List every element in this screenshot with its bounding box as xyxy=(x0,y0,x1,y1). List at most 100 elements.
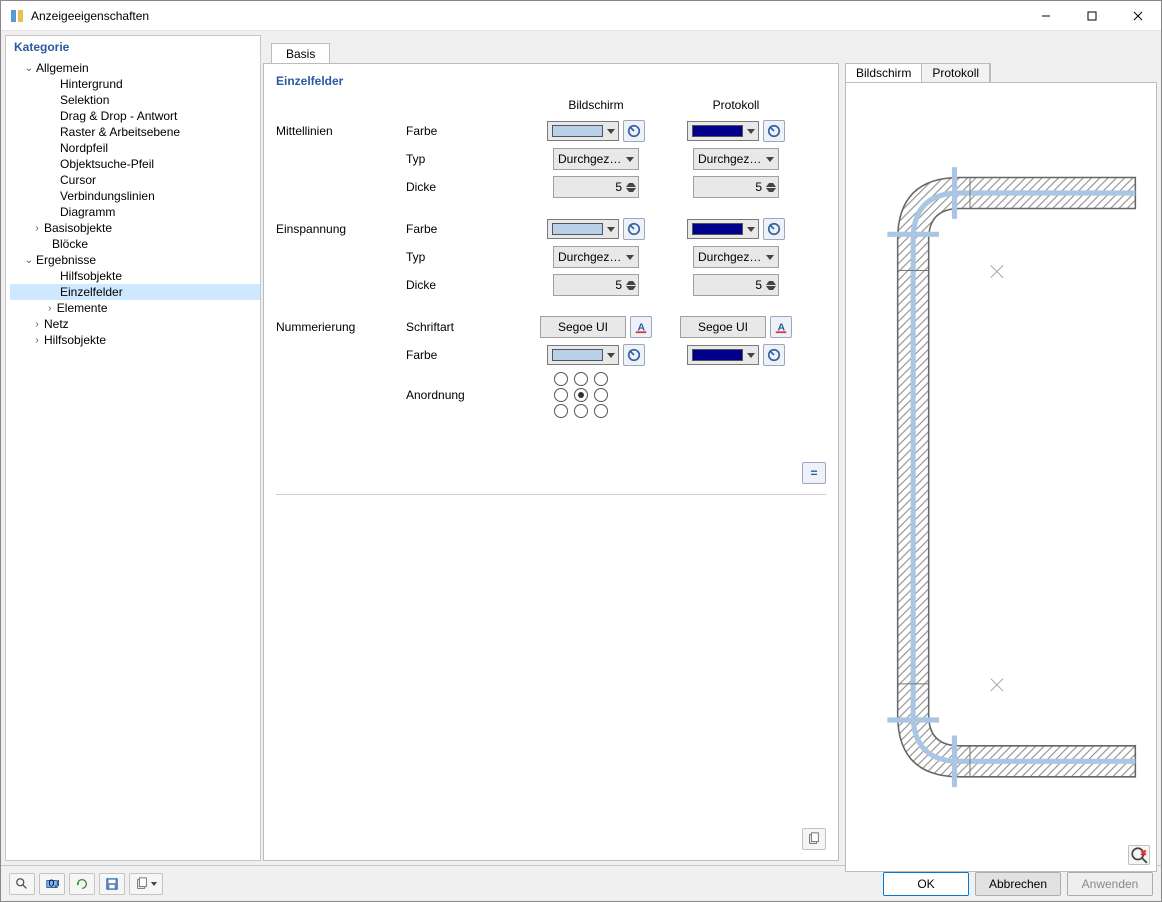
tree-item-label: Diagramm xyxy=(60,205,115,219)
spin-up-icon[interactable] xyxy=(766,277,776,285)
tree-item-hintergrund[interactable]: Hintergrund xyxy=(10,76,260,92)
tree-item-basisobjekte[interactable]: ›Basisobjekte xyxy=(10,220,260,236)
tree-item-bl-cke[interactable]: Blöcke xyxy=(10,236,260,252)
ml-color-screen-picker[interactable] xyxy=(623,120,645,142)
radio-mr[interactable] xyxy=(594,388,608,402)
ml-dicke-protocol[interactable]: 5 xyxy=(693,176,779,198)
ml-color-protocol-picker[interactable] xyxy=(763,120,785,142)
main-panel: Basis Einzelfelder Bildschirm Protokoll … xyxy=(263,35,1157,861)
chevron-down-icon xyxy=(747,227,755,232)
tree-item-label: Selektion xyxy=(60,93,109,107)
tree-item-objektsuche-pfeil[interactable]: Objektsuche-Pfeil xyxy=(10,156,260,172)
ml-dicke-screen[interactable]: 5 xyxy=(553,176,639,198)
cancel-button[interactable]: Abbrechen xyxy=(975,872,1061,896)
ok-button[interactable]: OK xyxy=(883,872,969,896)
tool-search[interactable] xyxy=(9,873,35,895)
radio-bl[interactable] xyxy=(554,404,568,418)
close-button[interactable] xyxy=(1115,1,1161,31)
chevron-right-icon[interactable]: › xyxy=(30,319,44,330)
tree-item-einzelfelder[interactable]: Einzelfelder xyxy=(10,284,260,300)
ml-color-screen[interactable] xyxy=(547,121,619,141)
chevron-down-icon xyxy=(626,157,634,162)
tree-item-label: Netz xyxy=(44,317,69,331)
tree-item-elemente[interactable]: ›Elemente xyxy=(10,300,260,316)
tree-item-label: Allgemein xyxy=(36,61,89,75)
tree-item-hilfsobjekte[interactable]: Hilfsobjekte xyxy=(10,268,260,284)
ml-type-protocol[interactable]: Durchgezo... xyxy=(693,148,779,170)
tool-refresh[interactable] xyxy=(69,873,95,895)
tree-item-diagramm[interactable]: Diagramm xyxy=(10,204,260,220)
nu-font-screen[interactable]: Segoe UI xyxy=(540,316,626,338)
es-color-protocol[interactable] xyxy=(687,219,759,239)
chevron-down-icon[interactable]: ⌄ xyxy=(22,63,36,74)
tree-item-netz[interactable]: ›Netz xyxy=(10,316,260,332)
tree-item-ergebnisse[interactable]: ⌄Ergebnisse xyxy=(10,252,260,268)
tree-item-verbindungslinien[interactable]: Verbindungslinien xyxy=(10,188,260,204)
chevron-down-icon xyxy=(626,255,634,260)
radio-bc[interactable] xyxy=(574,404,588,418)
spin-up-icon[interactable] xyxy=(626,179,636,187)
nu-font-protocol-picker[interactable]: A xyxy=(770,316,792,338)
es-color-screen[interactable] xyxy=(547,219,619,239)
es-color-protocol-picker[interactable] xyxy=(763,218,785,240)
tree-item-drag-drop-antwort[interactable]: Drag & Drop - Antwort xyxy=(10,108,260,124)
chevron-right-icon[interactable]: › xyxy=(43,303,57,314)
category-tree[interactable]: ⌄AllgemeinHintergrundSelektionDrag & Dro… xyxy=(6,58,260,350)
maximize-button[interactable] xyxy=(1069,1,1115,31)
tree-item-selektion[interactable]: Selektion xyxy=(10,92,260,108)
label-es-dicke: Dicke xyxy=(406,278,526,292)
es-color-screen-picker[interactable] xyxy=(623,218,645,240)
spin-down-icon[interactable] xyxy=(626,286,636,294)
anordnung-radios[interactable] xyxy=(554,372,806,418)
spin-up-icon[interactable] xyxy=(626,277,636,285)
preview-reset-button[interactable] xyxy=(1128,845,1150,865)
es-type-screen[interactable]: Durchgezo... xyxy=(553,246,639,268)
chevron-down-icon[interactable]: ⌄ xyxy=(22,255,36,266)
tool-save[interactable] xyxy=(99,873,125,895)
nu-font-screen-picker[interactable]: A xyxy=(630,316,652,338)
window-title: Anzeigeeigenschaften xyxy=(31,9,1023,23)
preview-tab-protocol[interactable]: Protokoll xyxy=(922,64,990,82)
ml-type-screen[interactable]: Durchgezo... xyxy=(553,148,639,170)
tool-clipboard[interactable] xyxy=(129,873,163,895)
preview-tab-screen[interactable]: Bildschirm xyxy=(846,64,922,82)
nu-color-screen-picker[interactable] xyxy=(623,344,645,366)
apply-button[interactable]: Anwenden xyxy=(1067,872,1153,896)
spin-down-icon[interactable] xyxy=(626,188,636,196)
settings-title: Einzelfelder xyxy=(276,74,826,88)
nu-color-protocol-picker[interactable] xyxy=(763,344,785,366)
tool-format[interactable]: 0,00 xyxy=(39,873,65,895)
sync-columns-button[interactable]: = xyxy=(802,462,826,484)
nu-font-protocol[interactable]: Segoe UI xyxy=(680,316,766,338)
radio-tc[interactable] xyxy=(574,372,588,386)
tree-item-nordpfeil[interactable]: Nordpfeil xyxy=(10,140,260,156)
chevron-right-icon[interactable]: › xyxy=(30,335,44,346)
minimize-button[interactable] xyxy=(1023,1,1069,31)
tree-item-cursor[interactable]: Cursor xyxy=(10,172,260,188)
tree-item-label: Cursor xyxy=(60,173,96,187)
tab-basis[interactable]: Basis xyxy=(271,43,330,64)
ml-color-protocol[interactable] xyxy=(687,121,759,141)
col-head-protocol: Protokoll xyxy=(666,98,806,112)
tree-item-label: Blöcke xyxy=(52,237,88,251)
chevron-right-icon[interactable]: › xyxy=(30,223,44,234)
radio-ml[interactable] xyxy=(554,388,568,402)
copy-settings-button[interactable] xyxy=(802,828,826,850)
titlebar: Anzeigeeigenschaften xyxy=(1,1,1161,31)
es-type-protocol[interactable]: Durchgezo... xyxy=(693,246,779,268)
radio-mc[interactable] xyxy=(574,388,588,402)
radio-br[interactable] xyxy=(594,404,608,418)
nu-color-screen[interactable] xyxy=(547,345,619,365)
spin-up-icon[interactable] xyxy=(766,179,776,187)
radio-tl[interactable] xyxy=(554,372,568,386)
tree-item-hilfsobjekte[interactable]: ›Hilfsobjekte xyxy=(10,332,260,348)
spin-down-icon[interactable] xyxy=(766,188,776,196)
es-dicke-screen[interactable]: 5 xyxy=(553,274,639,296)
nu-color-protocol[interactable] xyxy=(687,345,759,365)
es-dicke-protocol[interactable]: 5 xyxy=(693,274,779,296)
tree-item-allgemein[interactable]: ⌄Allgemein xyxy=(10,60,260,76)
spin-down-icon[interactable] xyxy=(766,286,776,294)
settings-grid: Bildschirm Protokoll Mittellinien Farbe xyxy=(276,98,826,418)
tree-item-raster-arbeitsebene[interactable]: Raster & Arbeitsebene xyxy=(10,124,260,140)
radio-tr[interactable] xyxy=(594,372,608,386)
